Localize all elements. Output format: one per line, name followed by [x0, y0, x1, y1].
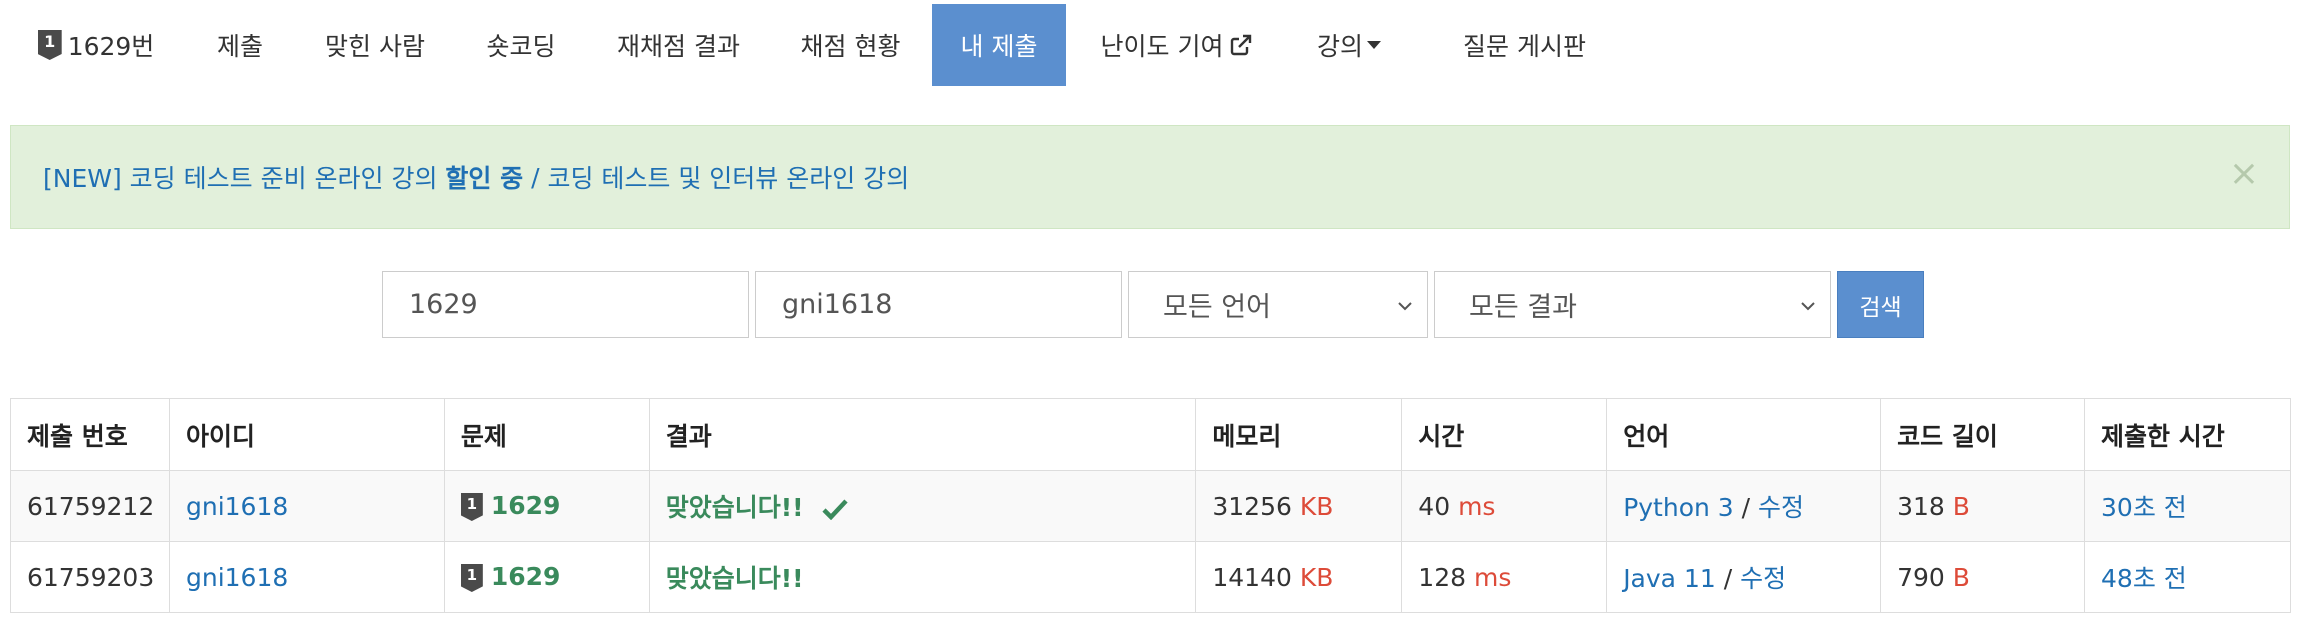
user-id-field[interactable]: [755, 271, 1122, 338]
user-id-input[interactable]: [780, 288, 1121, 321]
problem-cell: 1 1629: [443, 470, 650, 542]
col-header-problem: 문제: [443, 398, 650, 471]
code-length-unit: B: [1952, 562, 1970, 592]
tab-rejudge-results[interactable]: 재채점 결과: [601, 4, 756, 86]
table-header-row: 제출 번호 아이디 문제 결과 메모리 시간 언어 코드 길이 제출한 시간: [10, 398, 2291, 471]
promo-link[interactable]: [NEW] 코딩 테스트 준비 온라인 강의 할인 중: [43, 159, 523, 195]
tab-lectures[interactable]: 강의: [1314, 4, 1384, 86]
promo-separator: /: [523, 162, 548, 192]
language-link[interactable]: Java 11: [1623, 564, 1716, 593]
result-select-value: 모든 결과: [1469, 292, 1577, 323]
language-separator: /: [1715, 564, 1741, 593]
tab-my-submissions[interactable]: 내 제출: [932, 4, 1066, 86]
code-length-unit: B: [1952, 491, 1970, 521]
tab-difficulty-contribution[interactable]: 난이도 기여: [1097, 4, 1257, 86]
language-cell: Java 11 / 수정: [1606, 541, 1882, 613]
promo-discount-text: 할인 중: [445, 164, 524, 193]
result-cell: 맞았습니다!!: [648, 470, 1197, 542]
result-cell: 맞았습니다!!: [648, 541, 1197, 613]
col-header-submitted-time: 제출한 시간: [2084, 398, 2291, 471]
tab-judge-status[interactable]: 채점 현황: [783, 4, 918, 86]
memory-unit: KB: [1299, 562, 1334, 592]
edit-link[interactable]: 수정: [1740, 564, 1786, 593]
user-link[interactable]: gni1618: [186, 492, 288, 521]
tab-problem[interactable]: 1 1629번: [36, 4, 156, 86]
tab-problem-label: 1629번: [67, 32, 155, 61]
submitted-time-link[interactable]: 30초 전: [2101, 493, 2187, 522]
tab-difficulty-label: 난이도 기여: [1100, 32, 1224, 61]
time-value: 40: [1418, 491, 1451, 521]
tab-qna-board[interactable]: 질문 게시판: [1442, 4, 1607, 86]
col-header-time: 시간: [1401, 398, 1608, 471]
col-header-result: 결과: [648, 398, 1197, 471]
tab-accepted-users[interactable]: 맞힌 사람: [305, 4, 445, 86]
result-text: 맞았습니다!!: [665, 493, 804, 522]
code-length-cell: 790 B: [1880, 541, 2086, 613]
col-header-submission-id: 제출 번호: [10, 398, 170, 471]
time-unit: ms: [1458, 491, 1496, 521]
time-cell: 128 ms: [1401, 541, 1608, 613]
problem-link[interactable]: 1629: [491, 491, 561, 520]
language-select-value: 모든 언어: [1163, 292, 1271, 323]
time-value: 128: [1418, 562, 1467, 592]
language-select[interactable]: 모든 언어: [1128, 271, 1428, 338]
tab-submit[interactable]: 제출: [195, 4, 285, 86]
user-link[interactable]: gni1618: [186, 563, 288, 592]
chevron-down-icon: [1398, 302, 1412, 311]
problem-id-input[interactable]: [407, 288, 748, 321]
time-unit: ms: [1473, 562, 1512, 592]
table-row: 61759203 gni1618 1 1629 맞았습니다!! 14140 KB …: [10, 541, 2291, 613]
problem-id-field[interactable]: [382, 271, 749, 338]
check-icon: [821, 499, 848, 520]
tier-badge-icon: 1: [460, 564, 483, 592]
submitted-time-link[interactable]: 48초 전: [2101, 564, 2187, 593]
col-header-memory: 메모리: [1195, 398, 1403, 471]
close-icon[interactable]: ×: [2229, 156, 2259, 192]
language-separator: /: [1733, 493, 1759, 522]
tab-lectures-label: 강의: [1316, 32, 1363, 61]
result-text: 맞았습니다!!: [665, 564, 804, 593]
caret-down-icon: [1367, 41, 1381, 49]
result-select[interactable]: 모든 결과: [1434, 271, 1831, 338]
tab-short-coding[interactable]: 숏코딩: [466, 4, 576, 86]
col-header-language: 언어: [1606, 398, 1882, 471]
search-button[interactable]: 검색: [1837, 271, 1924, 338]
submission-id: 61759203: [10, 541, 170, 613]
col-header-code-length: 코드 길이: [1880, 398, 2086, 471]
memory-value: 31256: [1212, 491, 1292, 521]
problem-link[interactable]: 1629: [491, 562, 561, 591]
code-length-cell: 318 B: [1880, 470, 2086, 542]
external-link-icon: [1231, 34, 1252, 56]
submission-id: 61759212: [10, 470, 170, 542]
time-cell: 40 ms: [1401, 470, 1608, 542]
problem-cell: 1 1629: [443, 541, 650, 613]
interview-lecture-link[interactable]: 코딩 테스트 및 인터뷰 온라인 강의: [547, 159, 909, 195]
code-length-value: 318: [1897, 491, 1945, 521]
chevron-down-icon: [1801, 302, 1815, 311]
promo-text: [NEW] 코딩 테스트 준비 온라인 강의: [43, 164, 446, 193]
memory-unit: KB: [1299, 491, 1334, 521]
code-length-value: 790: [1897, 562, 1945, 592]
submission-table: 제출 번호 아이디 문제 결과 메모리 시간 언어 코드 길이 제출한 시간 6…: [10, 398, 2291, 613]
promo-alert: [NEW] 코딩 테스트 준비 온라인 강의 할인 중 / 코딩 테스트 및 인…: [10, 125, 2290, 229]
tier-badge-icon: 1: [460, 493, 483, 521]
memory-cell: 14140 KB: [1195, 541, 1403, 613]
language-link[interactable]: Python 3: [1623, 493, 1734, 522]
memory-value: 14140: [1212, 562, 1292, 592]
edit-link[interactable]: 수정: [1758, 493, 1804, 522]
col-header-user: 아이디: [168, 398, 445, 471]
memory-cell: 31256 KB: [1195, 470, 1403, 542]
language-cell: Python 3 / 수정: [1606, 470, 1882, 542]
tier-badge-icon: 1: [37, 30, 62, 60]
problem-nav: 1 1629번 제출 맞힌 사람 숏코딩 재채점 결과 채점 현황 내 제출 난…: [0, 0, 2300, 86]
table-row: 61759212 gni1618 1 1629 맞았습니다!! 31256 KB …: [10, 470, 2291, 542]
